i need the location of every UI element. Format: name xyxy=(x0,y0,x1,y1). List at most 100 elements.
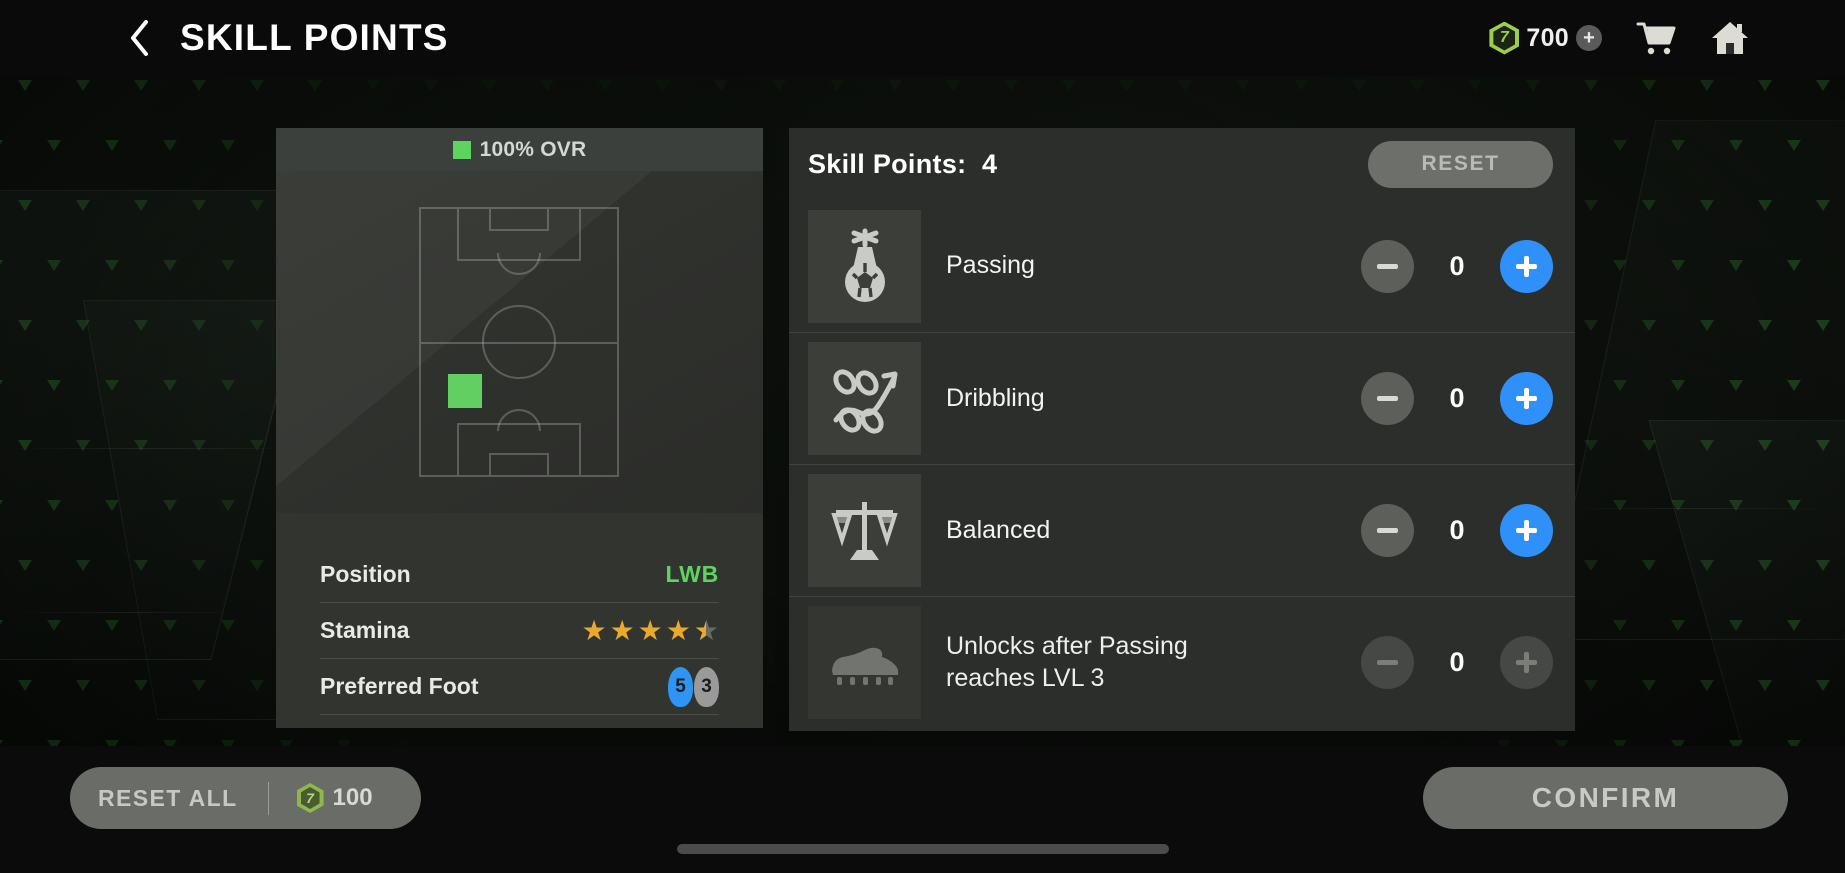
pitch-six-yard-bottom xyxy=(489,453,549,475)
skill-name: Balanced xyxy=(946,515,1051,544)
reset-all-label: RESET ALL xyxy=(98,784,238,811)
skill-decrease-button[interactable] xyxy=(1361,504,1414,557)
ovr-text: 100% OVR xyxy=(479,137,587,161)
pitch-arc-bottom xyxy=(497,409,541,431)
minus-icon xyxy=(1377,528,1398,533)
skill-decrease-button[interactable] xyxy=(1361,372,1414,425)
stat-value-position: LWB xyxy=(665,561,719,587)
currency-amount: 700 xyxy=(1526,23,1569,52)
stat-row-preferred-foot: Preferred Foot 5 3 xyxy=(320,659,719,715)
star-full-icon: ★ xyxy=(637,614,663,646)
hex-token-icon: 7 xyxy=(296,783,324,813)
stat-label: Stamina xyxy=(320,617,410,643)
reset-all-button[interactable]: RESET ALL 7 100 xyxy=(70,767,421,829)
skills-panel: Skill Points: 4 RESET Passing 0 Dribbling 0… xyxy=(789,128,1575,731)
passing-ball-icon xyxy=(844,228,885,302)
skill-row[interactable]: Balanced 0 xyxy=(789,464,1575,596)
skill-value: 0 xyxy=(1449,515,1465,545)
balance-scale-icon xyxy=(830,501,898,560)
shopping-cart-icon xyxy=(1636,22,1676,55)
plus-icon xyxy=(1516,660,1537,665)
reset-all-cost: 7 100 xyxy=(296,783,373,813)
skill-icon-tile xyxy=(808,606,921,719)
reset-all-divider xyxy=(267,781,269,815)
page-title: SKILL POINTS xyxy=(180,17,449,58)
plus-icon xyxy=(1516,528,1537,533)
hex-token-icon: 7 xyxy=(1489,21,1520,55)
gesture-nav-bar[interactable] xyxy=(676,844,1169,854)
pitch-diagram xyxy=(419,207,619,477)
skill-name: Passing xyxy=(946,251,1035,280)
ovr-indicator-icon xyxy=(452,140,471,159)
top-bar-right-controls: 7 700 + xyxy=(1489,20,1750,57)
home-button[interactable] xyxy=(1710,20,1750,57)
pitch-arc-top xyxy=(497,253,541,275)
skill-stepper: 0 xyxy=(1361,372,1553,425)
position-marker xyxy=(448,373,483,408)
confirm-button[interactable]: CONFIRM xyxy=(1423,767,1788,829)
skill-name: Dribbling xyxy=(946,383,1045,412)
skill-rows: Passing 0 Dribbling 0 Balanced 0 Unlocks after… xyxy=(789,200,1575,728)
skill-increase-button xyxy=(1500,636,1553,689)
dribbling-weave-icon xyxy=(832,368,897,434)
stamina-star-rating: ★★★★★★ xyxy=(581,614,719,646)
plus-icon xyxy=(1516,263,1537,269)
skill-points-text: Skill Points: 4 xyxy=(808,149,997,180)
reset-all-amount: 100 xyxy=(332,784,373,811)
skill-name: Unlocks after Passing reaches LVL 3 xyxy=(946,632,1188,692)
add-currency-button[interactable]: + xyxy=(1576,25,1602,51)
stat-row-position: Position LWB xyxy=(320,547,719,603)
star-full-icon: ★ xyxy=(665,614,691,646)
player-stats-list: Position LWB Stamina ★★★★★★ Preferred Fo… xyxy=(276,513,763,715)
star-full-icon: ★ xyxy=(581,614,607,646)
skill-value: 0 xyxy=(1449,383,1465,413)
chevron-left-icon xyxy=(131,20,148,56)
stat-label: Position xyxy=(320,561,411,587)
currency-chip[interactable]: 7 700 + xyxy=(1489,21,1602,55)
right-foot-icon: 3 xyxy=(694,666,719,707)
skill-icon-tile xyxy=(808,209,921,323)
skill-stepper: 0 xyxy=(1361,636,1553,689)
skill-value: 0 xyxy=(1449,250,1465,281)
skill-increase-button[interactable] xyxy=(1500,372,1553,425)
skill-value: 0 xyxy=(1449,647,1465,677)
pitch-six-yard-top xyxy=(489,209,549,231)
skill-decrease-button[interactable] xyxy=(1361,239,1414,293)
star-half-icon: ★★ xyxy=(693,614,719,646)
skill-points-value: 4 xyxy=(982,148,998,179)
player-card: 100% OVR Position LWB Stamina ★★★★★★ Pre… xyxy=(276,128,763,728)
skill-increase-button[interactable] xyxy=(1500,504,1553,557)
pitch-center-circle xyxy=(482,305,556,379)
cart-button[interactable] xyxy=(1636,20,1676,56)
back-button[interactable] xyxy=(108,7,170,69)
skill-decrease-button xyxy=(1361,636,1414,689)
hex-token-glyph: 7 xyxy=(1499,29,1509,46)
football-boot-icon xyxy=(831,647,898,685)
skills-header: Skill Points: 4 RESET xyxy=(789,128,1575,200)
stat-label: Preferred Foot xyxy=(320,673,479,699)
plus-icon xyxy=(1516,396,1537,401)
minus-icon xyxy=(1377,263,1398,269)
skill-increase-button[interactable] xyxy=(1500,239,1553,293)
skill-icon-tile xyxy=(808,474,921,587)
pitch-area xyxy=(276,171,763,513)
stat-row-stamina: Stamina ★★★★★★ xyxy=(320,603,719,659)
skill-icon-tile xyxy=(808,342,921,455)
skill-stepper: 0 xyxy=(1361,504,1553,557)
minus-icon xyxy=(1377,660,1398,665)
skill-points-label: Skill Points: xyxy=(808,148,967,179)
reset-button[interactable]: RESET xyxy=(1368,140,1553,188)
confirm-label: CONFIRM xyxy=(1531,782,1680,813)
star-full-icon: ★ xyxy=(609,614,635,646)
skill-stepper: 0 xyxy=(1361,239,1553,293)
top-bar: SKILL POINTS 7 700 + xyxy=(0,0,1845,76)
skill-row[interactable]: Dribbling 0 xyxy=(789,332,1575,464)
ovr-strip: 100% OVR xyxy=(276,128,763,171)
preferred-foot-values: 5 3 xyxy=(668,666,719,707)
minus-icon xyxy=(1377,396,1398,401)
skill-row[interactable]: Passing 0 xyxy=(789,200,1575,332)
skill-row[interactable]: Unlocks after Passing reaches LVL 3 0 xyxy=(789,596,1575,728)
home-icon xyxy=(1712,21,1748,54)
hex-token-glyph: 7 xyxy=(306,790,314,806)
left-foot-icon: 5 xyxy=(668,666,693,707)
